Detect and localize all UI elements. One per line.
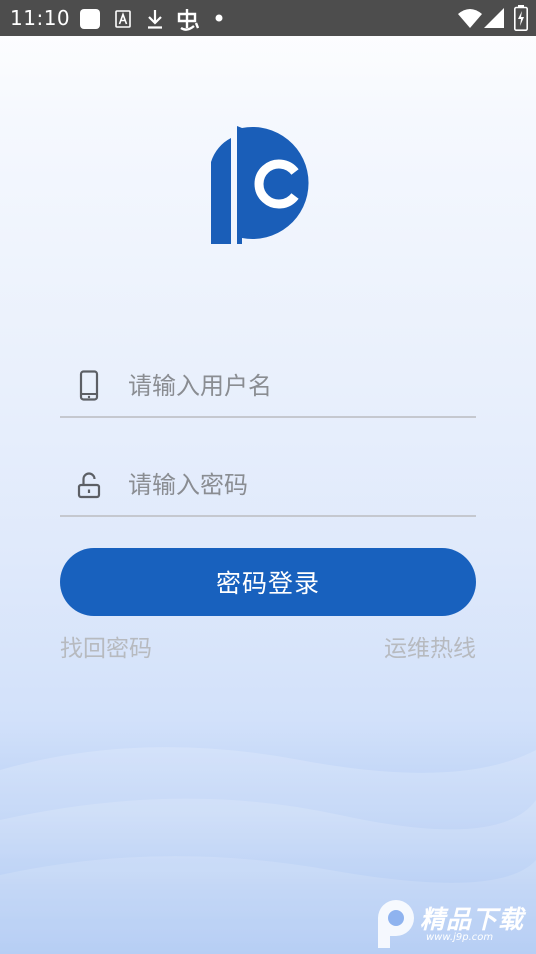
support-hotline-link[interactable]: 运维热线 (384, 632, 476, 666)
download-icon (148, 10, 162, 29)
watermark: 精品下载 www.j9p.com (364, 896, 532, 950)
watermark-title: 精品下载 (420, 905, 525, 934)
username-field[interactable] (60, 354, 476, 418)
signal-icon (484, 8, 504, 28)
text-a-icon (115, 10, 131, 28)
watermark-url: www.j9p.com (426, 932, 494, 943)
password-input[interactable] (128, 465, 458, 505)
dot-icon (215, 14, 223, 22)
wifi-icon (458, 9, 482, 28)
lock-icon (77, 472, 101, 499)
forgot-password-link[interactable]: 找回密码 (60, 632, 152, 666)
bug-icon (177, 9, 199, 31)
watermark-logo-icon (378, 900, 414, 948)
status-time: 11:10 (10, 6, 71, 30)
app-square-icon (80, 9, 100, 29)
battery-charging-icon (514, 5, 528, 31)
status-bar: 11:10 (0, 0, 536, 36)
password-field[interactable] (60, 453, 476, 517)
pc-logo (211, 126, 309, 244)
username-input[interactable] (128, 366, 458, 406)
phone-icon (79, 370, 99, 401)
login-button[interactable]: 密码登录 (60, 548, 476, 616)
